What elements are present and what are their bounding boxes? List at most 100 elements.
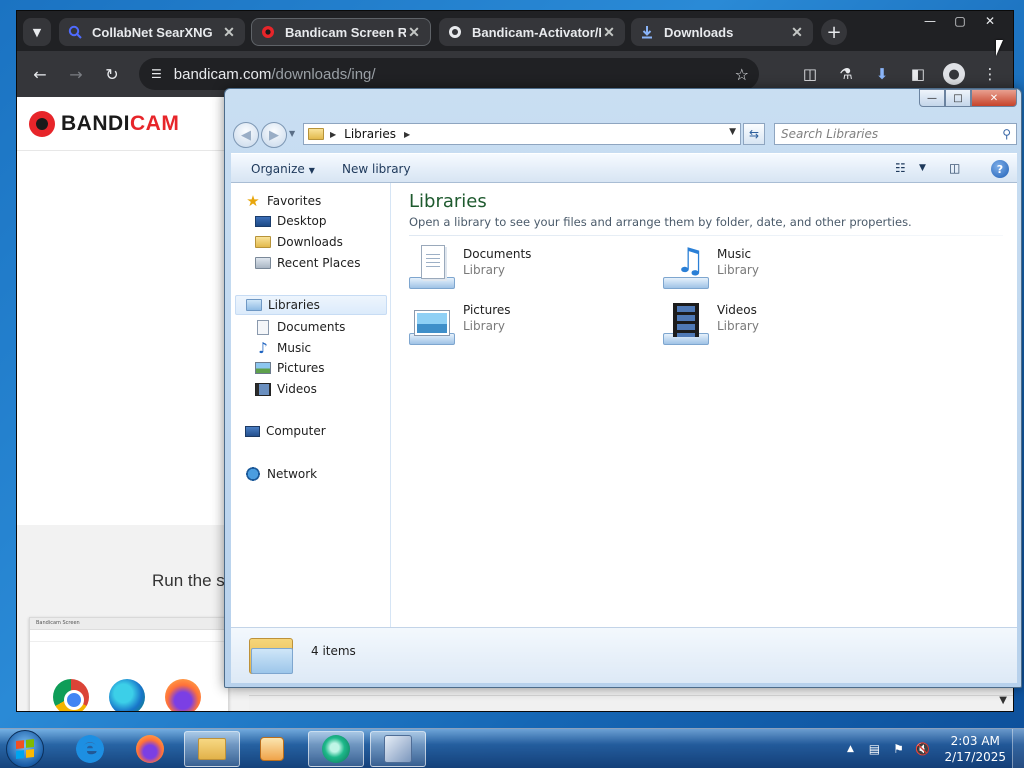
bandicam-logo[interactable]: BANDICAM	[29, 111, 179, 137]
tab-search-button[interactable]: ▼	[23, 18, 51, 46]
address-history-dropdown-icon[interactable]: ▼	[729, 127, 736, 137]
nav-pictures[interactable]: Pictures	[255, 361, 325, 375]
nav-documents[interactable]: Documents	[255, 319, 345, 335]
taskbar-media-player[interactable]	[244, 731, 300, 767]
library-documents[interactable]: Documents Library	[409, 245, 531, 289]
maximize-icon[interactable]: ▢	[947, 13, 973, 29]
scroll-down-arrow-icon[interactable]: ▼	[999, 695, 1007, 706]
nav-videos[interactable]: Videos	[255, 382, 317, 396]
media-player-icon	[260, 737, 284, 761]
show-hidden-icons-chevron-icon[interactable]: ▲	[841, 740, 859, 758]
refresh-icon[interactable]: ⇆	[743, 123, 765, 145]
volume-muted-icon[interactable]: 🔇	[913, 740, 931, 758]
close-icon[interactable]: ✕	[971, 89, 1017, 107]
tab-title: Downloads	[664, 24, 734, 40]
taskbar-internet-explorer[interactable]: e	[62, 731, 118, 767]
recent-places-icon	[255, 257, 271, 269]
new-tab-button[interactable]: +	[821, 19, 847, 45]
taskbar-bandicam[interactable]	[308, 731, 364, 767]
search-icon[interactable]: ⚲	[1002, 127, 1011, 141]
close-icon[interactable]: ✕	[977, 13, 1003, 29]
menu-kebab-icon[interactable]: ⋮	[979, 63, 1001, 85]
nav-desktop[interactable]: Desktop	[255, 214, 327, 228]
side-panel-icon[interactable]: ◧	[907, 63, 929, 85]
action-center-flag-icon[interactable]: ⚑	[889, 740, 907, 758]
tab-bandicam-screen-recorder[interactable]: Bandicam Screen Recorder ✕	[251, 18, 431, 46]
nav-recent-places[interactable]: Recent Places	[255, 256, 360, 270]
preview-pane-icon[interactable]: ◫	[949, 161, 960, 175]
nav-music[interactable]: ♪ Music	[255, 339, 311, 357]
new-library-button[interactable]: New library	[342, 162, 411, 176]
back-arrow-icon[interactable]: ←	[29, 63, 51, 85]
nav-label: Computer	[266, 424, 326, 438]
bandicam-icon	[260, 24, 276, 40]
search-libraries-box[interactable]: ⚲	[774, 123, 1017, 145]
libraries-folder-icon	[249, 634, 295, 676]
profile-avatar-icon[interactable]: ●	[943, 63, 965, 85]
content-subtitle: Open a library to see your files and arr…	[409, 215, 912, 229]
minimize-icon[interactable]: —	[917, 13, 943, 29]
tab-close-icon[interactable]: ✕	[406, 24, 422, 41]
tab-close-icon[interactable]: ✕	[789, 24, 805, 41]
site-settings-icon[interactable]: ☰	[151, 67, 162, 81]
address-bar[interactable]: ☰ bandicam.com/downloads/ing/ ☆	[139, 58, 759, 90]
library-pictures[interactable]: Pictures Library	[409, 301, 511, 345]
taskbar-firefox[interactable]	[122, 731, 178, 767]
extensions-puzzle-icon[interactable]: ◫	[799, 63, 821, 85]
nav-network[interactable]: Network	[245, 466, 317, 482]
forward-arrow-icon[interactable]: →	[65, 63, 87, 85]
nav-label: Network	[267, 467, 318, 481]
download-icon[interactable]: ⬇	[871, 63, 893, 85]
documents-library-icon	[409, 245, 457, 289]
start-button[interactable]	[6, 730, 44, 768]
bookmark-star-icon[interactable]: ☆	[735, 65, 749, 84]
library-type: Library	[463, 263, 505, 277]
library-videos[interactable]: Videos Library	[663, 301, 759, 345]
bandicam-logo-text: BANDICAM	[61, 112, 180, 135]
tab-bandicam-activator[interactable]: Bandicam-Activator/Bandicam ✕	[439, 18, 625, 46]
library-music[interactable]: ♫ Music Library	[663, 241, 759, 289]
view-options-dropdown-icon[interactable]: ▼	[919, 163, 926, 173]
taskbar-windows-explorer[interactable]	[184, 731, 240, 767]
tab-downloads[interactable]: Downloads ✕	[631, 18, 813, 46]
tab-collabnet-searxng[interactable]: CollabNet SearXNG ✕	[59, 18, 245, 46]
clock-date: 2/17/2025	[944, 750, 1006, 764]
show-desktop-button[interactable]	[1012, 729, 1024, 768]
breadcrumb-libraries[interactable]: Libraries	[344, 127, 396, 141]
taskbar-control-panel[interactable]	[370, 731, 426, 767]
labs-flask-icon[interactable]: ⚗	[835, 63, 857, 85]
back-arrow-icon[interactable]: ◀	[233, 122, 259, 148]
mouse-pointer-icon	[996, 40, 1003, 56]
nav-label: Pictures	[277, 361, 325, 375]
tab-close-icon[interactable]: ✕	[221, 24, 237, 41]
minimize-icon[interactable]: —	[919, 89, 945, 107]
item-count: 4 items	[311, 644, 356, 658]
recent-pages-dropdown-icon[interactable]: ▼	[289, 129, 295, 138]
tab-close-icon[interactable]: ✕	[601, 24, 617, 41]
change-view-icon[interactable]: ☷	[895, 161, 906, 175]
library-name: Videos	[717, 303, 757, 317]
maximize-icon[interactable]: □	[945, 89, 971, 107]
network-status-icon[interactable]: ▤	[865, 740, 883, 758]
nav-favorites[interactable]: ★ Favorites	[245, 192, 321, 210]
url-host: bandicam.com	[173, 65, 272, 83]
forward-arrow-icon[interactable]: ▶	[261, 122, 287, 148]
internet-explorer-icon: e	[76, 734, 104, 764]
firefox-logo-icon	[165, 679, 201, 711]
explorer-address-bar[interactable]: ▶ Libraries ▶ ▼	[303, 123, 741, 145]
nav-computer[interactable]: Computer	[245, 424, 326, 438]
nav-libraries[interactable]: Libraries	[235, 295, 387, 315]
system-clock[interactable]: 2:03 AM 2/17/2025	[944, 733, 1006, 765]
tab-title: CollabNet SearXNG	[92, 24, 213, 40]
nav-downloads[interactable]: Downloads	[255, 235, 343, 249]
help-icon[interactable]: ?	[991, 160, 1009, 178]
search-input[interactable]	[781, 127, 981, 141]
libraries-content-pane: Libraries Open a library to see your fil…	[391, 183, 1017, 627]
music-note-icon: ♪	[258, 339, 268, 357]
library-name: Pictures	[463, 303, 511, 317]
breadcrumb-chevron-icon[interactable]: ▶	[404, 130, 410, 139]
documents-icon	[255, 319, 271, 335]
organize-button[interactable]: Organize ▼	[251, 162, 315, 176]
breadcrumb-chevron-icon[interactable]: ▶	[330, 130, 336, 139]
reload-icon[interactable]: ↻	[101, 63, 123, 85]
